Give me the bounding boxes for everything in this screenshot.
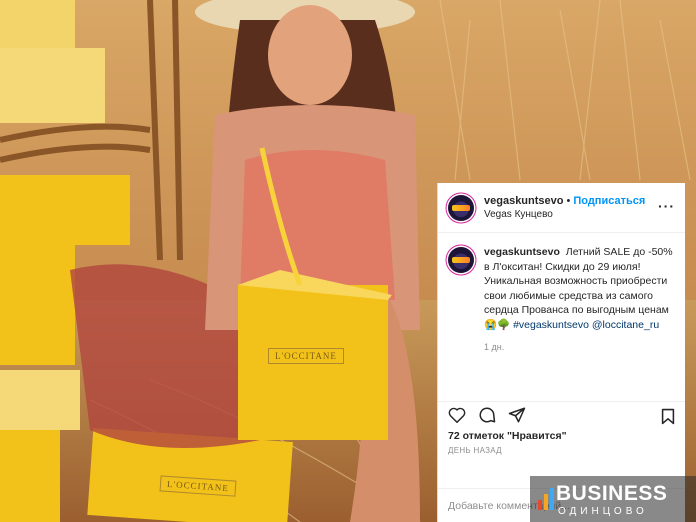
watermark: BUSINESS ОДИНЦОВО xyxy=(530,476,696,522)
action-bar xyxy=(438,401,685,428)
watermark-bar xyxy=(550,488,554,510)
watermark-subtitle: ОДИНЦОВО xyxy=(558,506,648,517)
post-date: ДЕНЬ НАЗАД xyxy=(448,446,502,455)
separator-dot: • xyxy=(566,194,571,207)
caption-emoji: 😭🌳 xyxy=(484,318,511,331)
follow-button[interactable]: Подписаться xyxy=(573,195,645,207)
caption-username[interactable]: vegaskuntsevo xyxy=(484,246,560,258)
likes-count[interactable]: 72 отметок "Нравится" xyxy=(438,428,685,442)
caption-area: vegaskuntsevo Летний SALE до -50% в Л'ок… xyxy=(438,233,685,401)
watermark-bars-icon xyxy=(538,488,554,510)
post-header: vegaskuntsevo • Подписаться Vegas Кунцево … xyxy=(438,183,685,233)
username-link[interactable]: vegaskuntsevo xyxy=(484,195,563,207)
caption-avatar[interactable] xyxy=(448,247,474,273)
share-icon[interactable] xyxy=(508,406,526,424)
avatar[interactable] xyxy=(448,194,474,221)
comment-icon[interactable] xyxy=(478,406,496,424)
watermark-bar xyxy=(544,494,548,510)
location-link[interactable]: Vegas Кунцево xyxy=(484,208,645,222)
bookmark-icon[interactable] xyxy=(661,408,675,425)
caption-hashtags[interactable]: #vegaskuntsevo @loccitane_ru xyxy=(513,319,659,331)
watermark-bar xyxy=(538,500,542,510)
caption: vegaskuntsevo Летний SALE до -50% в Л'ок… xyxy=(484,245,675,401)
heart-icon[interactable] xyxy=(448,407,466,423)
more-horizontal-icon[interactable]: ··· xyxy=(658,199,675,213)
caption-time: 1 дн. xyxy=(484,342,505,352)
box-logo-center: L'OCCITANE xyxy=(268,348,344,364)
header-text: vegaskuntsevo • Подписаться Vegas Кунцево xyxy=(484,194,645,222)
instagram-post-panel: vegaskuntsevo • Подписаться Vegas Кунцево … xyxy=(437,183,685,522)
watermark-title: BUSINESS xyxy=(556,482,668,505)
